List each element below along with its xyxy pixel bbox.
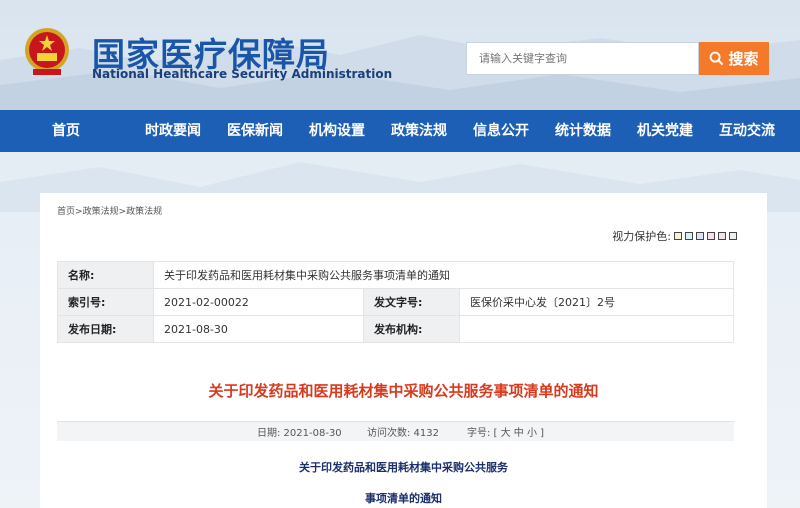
docno-label: 发文字号: [363, 288, 460, 316]
nav-item-home[interactable]: 首页 [0, 110, 132, 152]
nav-item-statistics[interactable]: 统计数据 [542, 110, 624, 152]
color-swatch-cyan[interactable] [685, 232, 693, 240]
info-row-date: 发布日期: 2021-08-30 发布机构: [57, 315, 734, 343]
site-name-en: National Healthcare Security Administrat… [92, 67, 393, 81]
site-header: 国家医疗保障局 National Healthcare Security Adm… [0, 0, 800, 110]
nav-item-healthcare-news[interactable]: 医保新闻 [214, 110, 296, 152]
color-protection-selector: 视力保护色: [612, 228, 737, 244]
article-subtitle-line2: 事项清单的通知 [365, 492, 442, 505]
color-swatch-gray[interactable] [729, 232, 737, 240]
breadcrumb-home[interactable]: 首页 [57, 207, 75, 217]
document-info-table: 名称: 关于印发药品和医用耗材集中采购公共服务事项清单的通知 索引号: 2021… [57, 261, 734, 343]
search-icon [710, 51, 724, 66]
breadcrumb-policies-current[interactable]: 政策法规 [126, 207, 162, 217]
article-title: 关于印发药品和医用耗材集中采购公共服务事项清单的通知 [208, 382, 599, 400]
org-label: 发布机构: [363, 315, 460, 343]
nav-item-politics-news[interactable]: 时政要闻 [132, 110, 214, 152]
meta-visits: 访问次数: 4132 [367, 428, 439, 439]
article-subtitle-line1: 关于印发药品和医用耗材集中采购公共服务 [299, 461, 508, 474]
org-value [459, 315, 734, 343]
search-input[interactable] [466, 42, 699, 75]
name-label: 名称: [57, 261, 154, 289]
search-button[interactable]: 搜索 [699, 42, 769, 75]
nav-item-policies[interactable]: 政策法规 [378, 110, 460, 152]
color-swatch-blue[interactable] [696, 232, 704, 240]
meta-date: 日期: 2021-08-30 [257, 428, 342, 439]
nav-item-party-building[interactable]: 机关党建 [624, 110, 706, 152]
breadcrumb-separator: > [75, 207, 83, 217]
breadcrumb-separator: > [118, 207, 127, 217]
breadcrumb-policies[interactable]: 政策法规 [83, 207, 119, 217]
search-button-label: 搜索 [728, 50, 759, 68]
nav-item-organization[interactable]: 机构设置 [296, 110, 378, 152]
date-label: 发布日期: [57, 315, 154, 343]
breadcrumb: 首页>政策法规>政策法规 [57, 204, 162, 217]
color-protection-label: 视力保护色: [612, 230, 671, 243]
info-row-name: 名称: 关于印发药品和医用耗材集中采购公共服务事项清单的通知 [57, 261, 734, 289]
info-row-index: 索引号: 2021-02-00022 发文字号: 医保价采中心发〔2021〕2号 [57, 288, 734, 316]
index-value: 2021-02-00022 [153, 288, 364, 316]
main-nav: 首页 时政要闻 医保新闻 机构设置 政策法规 信息公开 统计数据 机关党建 互动… [0, 110, 800, 152]
date-value: 2021-08-30 [153, 315, 364, 343]
national-emblem-icon [25, 28, 69, 75]
docno-value: 医保价采中心发〔2021〕2号 [459, 288, 734, 316]
color-swatch-rose[interactable] [718, 232, 726, 240]
nav-item-interaction[interactable]: 互动交流 [706, 110, 788, 152]
index-label: 索引号: [57, 288, 154, 316]
color-swatch-pink[interactable] [707, 232, 715, 240]
nav-item-info-disclosure[interactable]: 信息公开 [460, 110, 542, 152]
name-value: 关于印发药品和医用耗材集中采购公共服务事项清单的通知 [153, 261, 734, 289]
article-panel: 首页>政策法规>政策法规 视力保护色: 名称: 关于印发药品和医用耗材集中采购公… [40, 193, 767, 508]
article-meta-bar: 日期: 2021-08-30 访问次数: 4132 字号: [ 大 中 小 ] [57, 421, 734, 441]
meta-font-size[interactable]: 字号: [ 大 中 小 ] [467, 424, 544, 439]
color-swatch-yellow[interactable] [674, 232, 682, 240]
